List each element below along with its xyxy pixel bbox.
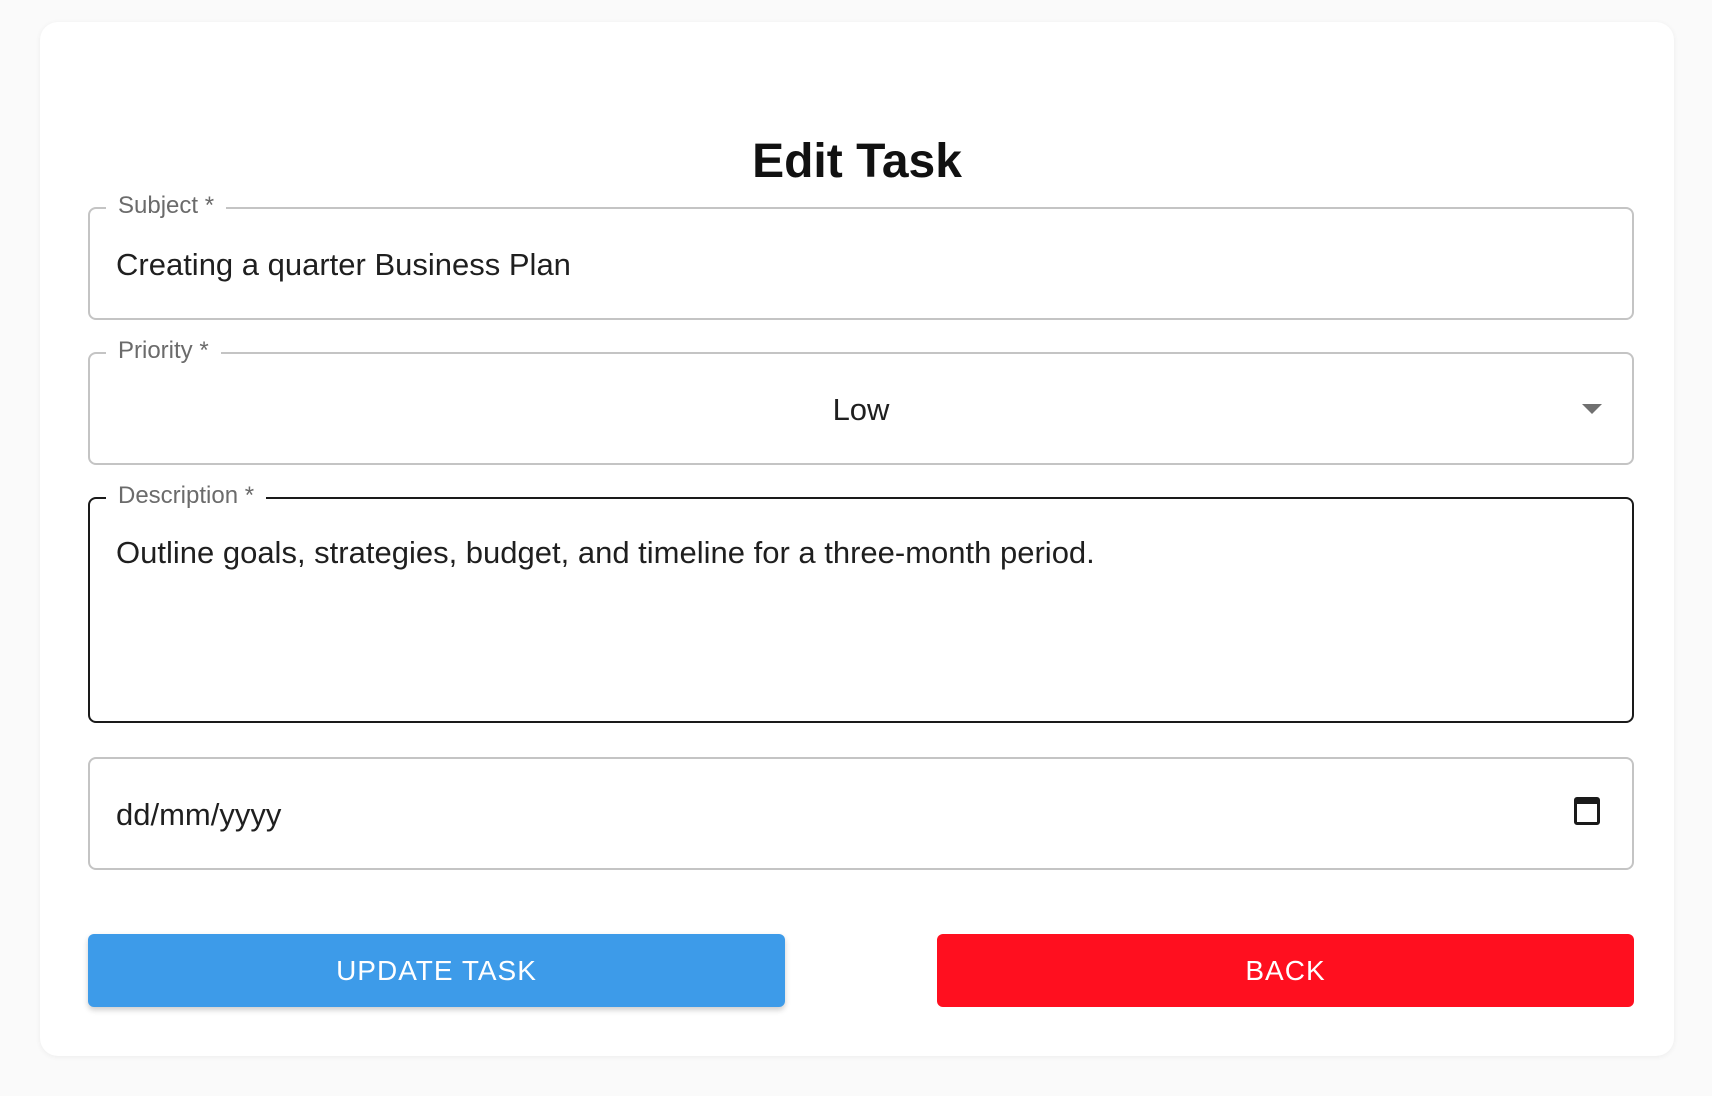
priority-select[interactable]: Priority * Low bbox=[88, 337, 1634, 465]
priority-selected-value[interactable]: Low bbox=[90, 392, 1632, 428]
calendar-icon[interactable] bbox=[1574, 797, 1600, 825]
page-title: Edit Task bbox=[752, 135, 962, 188]
edit-task-card: Edit Task Subject * Creating a quarter B… bbox=[40, 22, 1674, 1056]
due-date-field[interactable]: dd/mm/yyyy bbox=[88, 757, 1634, 870]
date-input[interactable]: dd/mm/yyyy bbox=[116, 797, 281, 833]
back-button[interactable]: BACK bbox=[937, 934, 1634, 1007]
chevron-down-icon[interactable] bbox=[1582, 404, 1602, 414]
description-textarea[interactable]: Outline goals, strategies, budget, and t… bbox=[116, 535, 1095, 571]
priority-label: Priority * bbox=[106, 337, 221, 365]
subject-label: Subject * bbox=[106, 192, 227, 220]
subject-field[interactable]: Subject * Creating a quarter Business Pl… bbox=[88, 192, 1634, 320]
description-label: Description * bbox=[106, 482, 267, 510]
subject-input[interactable]: Creating a quarter Business Plan bbox=[116, 247, 571, 283]
description-field[interactable]: Description * Outline goals, strategies,… bbox=[88, 482, 1634, 723]
update-task-button[interactable]: UPDATE TASK bbox=[88, 934, 785, 1007]
